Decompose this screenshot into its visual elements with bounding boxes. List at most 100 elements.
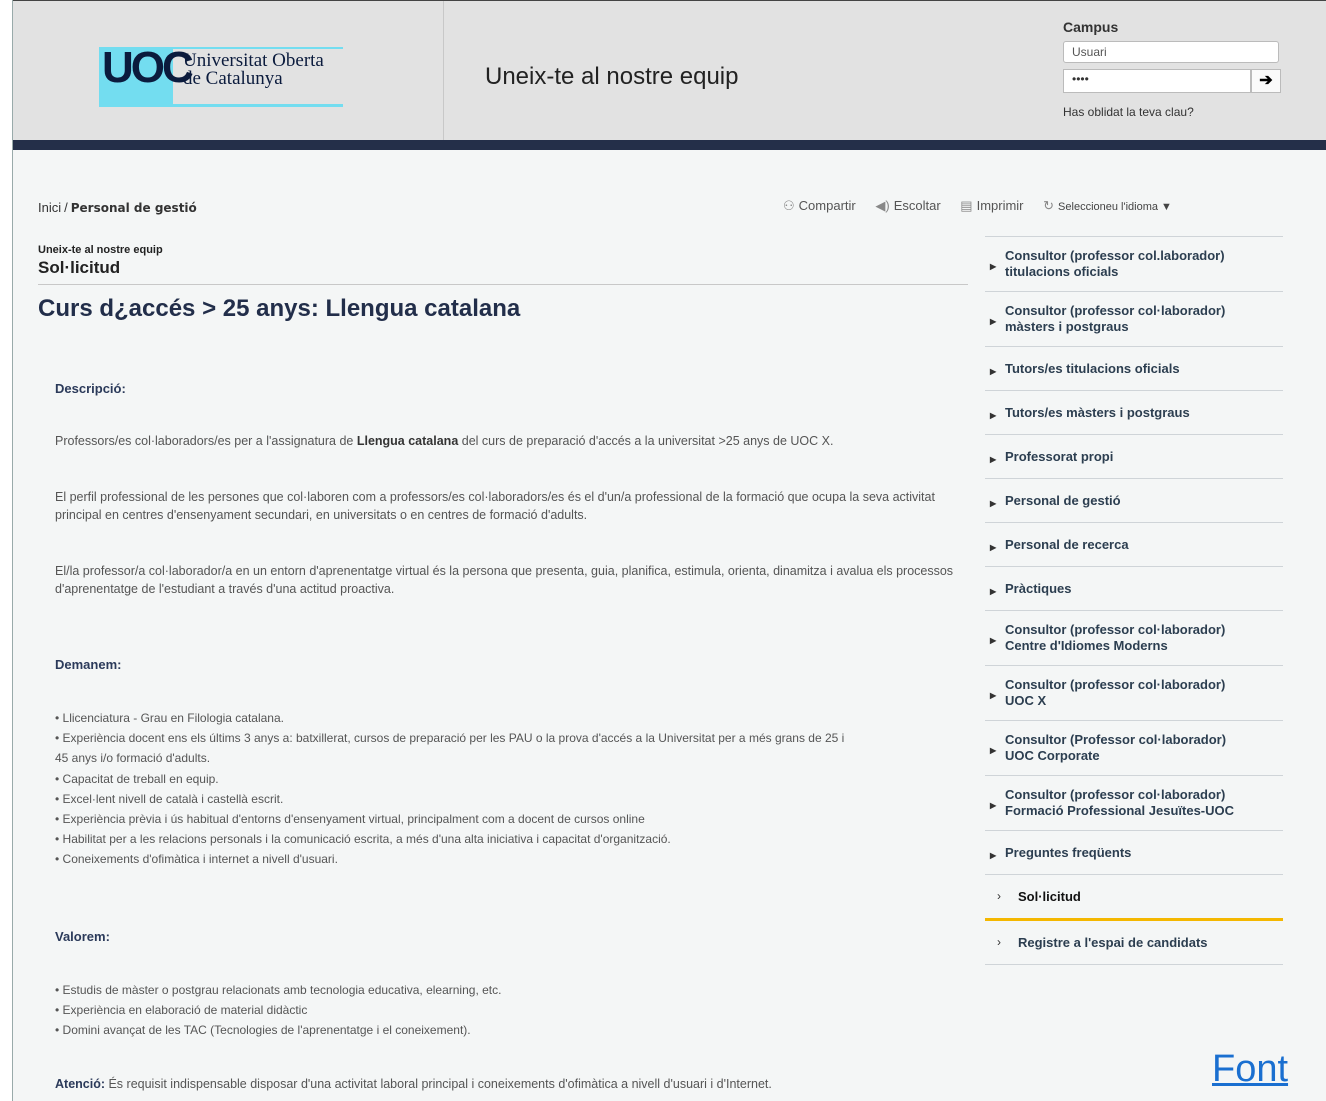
p1-bold: Llengua catalana <box>356 434 459 448</box>
print-button[interactable]: ▤ Imprimir <box>960 198 1023 214</box>
language-label: Seleccioneu l'idioma ▼ <box>1058 201 1172 213</box>
description-paragraph-3: El/la professor/a col·laborador/a en un … <box>55 564 954 596</box>
sidebar-item[interactable]: ▶ Professorat propi <box>985 434 1283 478</box>
caret-right-icon: ▶ <box>990 850 997 860</box>
caret-right-icon: ▶ <box>990 366 997 376</box>
list-item: • Estudis de màster o postgrau relaciona… <box>55 983 502 997</box>
list-item: • Llicenciatura - Grau en Filologia cata… <box>55 711 284 725</box>
site-header: UOC Universitat Oberta de Catalunya Unei… <box>13 0 1326 141</box>
list-item: • Domini avançat de les TAC (Tecnologies… <box>55 1023 471 1038</box>
sidebar-item-label: Tutors/es màsters i postgraus <box>1005 405 1190 420</box>
listen-button[interactable]: ◀) Escoltar <box>875 198 940 214</box>
description-heading: Descripció: <box>55 381 126 396</box>
list-item: • Coneixements d'ofimàtica i internet a … <box>55 852 338 867</box>
sidebar-item-label: Sol·licitud <box>1018 889 1081 904</box>
caret-right-icon: ▶ <box>990 317 997 326</box>
attention-label: Atenció: <box>55 1077 105 1091</box>
sidebar-item-label: Professorat propi <box>1005 449 1114 464</box>
main-content: Uneix-te al nostre equip Sol·licitud Cur… <box>38 244 968 323</box>
printer-icon: ▤ <box>960 198 973 213</box>
section-subtitle: Sol·licitud <box>38 258 968 285</box>
sidebar-item[interactable]: ▶ Personal de recerca <box>985 522 1283 566</box>
font-link[interactable]: Font <box>1212 1048 1288 1091</box>
caret-right-icon: ▶ <box>990 498 997 508</box>
header-divider-bar <box>13 140 1326 150</box>
sidebar-nav: ▶ Consultor (professor col.laborador) titu… <box>985 236 1283 965</box>
share-button[interactable]: ⚇ Compartir <box>783 198 856 214</box>
uoc-logo-mark: UOC <box>99 43 194 107</box>
page-frame: UOC Universitat Oberta de Catalunya Unei… <box>12 0 1326 1101</box>
sidebar-item-label: Consultor (professor col·laborador) <box>1005 787 1226 802</box>
caret-right-icon: ▶ <box>990 746 997 755</box>
sidebar-item[interactable]: ▶ Consultor (professor col.laborador) titu… <box>985 236 1283 291</box>
sidebar-item-label: Registre a l'espai de candidats <box>1018 935 1208 950</box>
password-input[interactable]: •••• <box>1063 69 1251 93</box>
breadcrumb-separator: / <box>64 200 68 215</box>
sidebar-item-label: titulacions oficials <box>1005 264 1119 279</box>
username-input[interactable]: Usuari <box>1063 41 1279 63</box>
sidebar-item[interactable]: ▶ Personal de gestió <box>985 478 1283 522</box>
sidebar-item[interactable]: ▶ Consultor (professor col·laborador) Form… <box>985 775 1283 830</box>
sidebar-item-label: Personal de gestió <box>1005 493 1121 508</box>
logo-line-2: de Catalunya <box>183 68 283 89</box>
p1-text: Professors/es col·laboradors/es per a l'… <box>55 434 357 448</box>
description-paragraph-2: El perfil professional de les persones q… <box>55 490 935 522</box>
listen-label: Escoltar <box>893 198 941 213</box>
caret-right-icon: ▶ <box>990 454 997 464</box>
logo-area[interactable]: UOC Universitat Oberta de Catalunya <box>13 1 444 141</box>
share-icon: ⚇ <box>783 198 795 213</box>
sidebar-item-active[interactable]: › Sol·licitud <box>985 874 1283 921</box>
sidebar-item-label: Consultor (Professor col·laborador) <box>1005 732 1227 747</box>
p1-text-end: del curs de preparació d'accés a la univ… <box>458 434 834 448</box>
demanem-heading: Demanem: <box>55 657 122 672</box>
list-item: • Capacitat de treball en equip. <box>55 771 219 786</box>
campus-label: Campus <box>1063 19 1119 35</box>
share-label: Compartir <box>798 198 856 213</box>
sidebar-item-label: Consultor (professor col·laborador) <box>1005 622 1226 637</box>
sidebar-item-label: Consultor (professor col·laborador) <box>1005 303 1226 318</box>
breadcrumb-home[interactable]: Inici <box>38 200 61 215</box>
demanem-list: • Llicenciatura - Grau en Filologia cata… <box>55 708 975 870</box>
sidebar-item[interactable]: ▶ Preguntes freqüents <box>985 830 1283 874</box>
attention-text: És requisit indispensable disposar d'una… <box>105 1077 772 1091</box>
page-toolbar: ⚇ Compartir ◀) Escoltar ▤ Imprimir ↻ Selecci… <box>783 198 1188 214</box>
refresh-icon: ↻ <box>1043 198 1055 213</box>
forgot-password-link[interactable]: Has oblidat la teva clau? <box>1063 105 1285 119</box>
sidebar-item[interactable]: ▶ Tutors/es titulacions oficials <box>985 346 1283 390</box>
sidebar-item-label: Pràctiques <box>1005 581 1072 596</box>
list-item: • Experiència prèvia i ús habitual d'ent… <box>55 812 645 827</box>
caret-right-icon: ▶ <box>990 801 997 810</box>
sidebar-item-label: UOC Corporate <box>1005 748 1100 763</box>
attention-note: Atenció: És requisit indispensable dispo… <box>55 1075 975 1093</box>
language-selector[interactable]: ↻ Seleccioneu l'idioma ▼ <box>1043 198 1172 214</box>
campus-login: Campus Usuari •••• ➔ Has oblidat la teva… <box>1063 19 1285 119</box>
chevron-right-icon: › <box>997 888 1001 903</box>
breadcrumb-current[interactable]: Personal de gestió <box>71 201 197 215</box>
sidebar-item-label: Personal de recerca <box>1005 537 1129 552</box>
caret-right-icon: ▶ <box>990 542 997 552</box>
sidebar-item-label: Centre d'Idiomes Moderns <box>1005 638 1168 653</box>
sidebar-item[interactable]: ▶ Pràctiques <box>985 566 1283 610</box>
list-item: • Habilitat per a les relacions personal… <box>55 832 671 847</box>
login-submit-button[interactable]: ➔ <box>1251 69 1281 93</box>
sidebar-item[interactable]: ▶ Consultor (professor col·laborador) màst… <box>985 291 1283 346</box>
list-item: • Experiència docent ens els últims 3 an… <box>55 731 845 746</box>
sidebar-item[interactable]: ▶ Consultor (Professor col·laborador) UOC … <box>985 720 1283 775</box>
password-row: •••• ➔ <box>1063 69 1281 93</box>
sidebar-item[interactable]: ▶ Consultor (professor col·laborador) UOC … <box>985 665 1283 720</box>
print-label: Imprimir <box>976 198 1024 213</box>
speaker-icon: ◀) <box>875 198 890 213</box>
caret-right-icon: ▶ <box>990 636 997 645</box>
page-title: Curs d¿accés > 25 anys: Llengua catalana <box>38 295 521 322</box>
breadcrumb: Inici / Personal de gestió <box>38 200 197 215</box>
sidebar-item-label: Consultor (professor col.laborador) <box>1005 248 1225 263</box>
caret-right-icon: ▶ <box>990 262 997 271</box>
section-supertitle: Uneix-te al nostre equip <box>38 244 163 256</box>
sidebar-item[interactable]: ▶ Consultor (professor col·laborador) Cent… <box>985 610 1283 665</box>
chevron-right-icon: › <box>997 934 1001 949</box>
description-paragraph-1: Professors/es col·laboradors/es per a l'… <box>55 432 975 450</box>
sidebar-item[interactable]: ▶ Tutors/es màsters i postgraus <box>985 390 1283 434</box>
sidebar-item[interactable]: › Registre a l'espai de candidats <box>985 921 1283 965</box>
sidebar-item-label: UOC X <box>1005 693 1047 708</box>
sidebar-item-label: Preguntes freqüents <box>1005 845 1132 860</box>
